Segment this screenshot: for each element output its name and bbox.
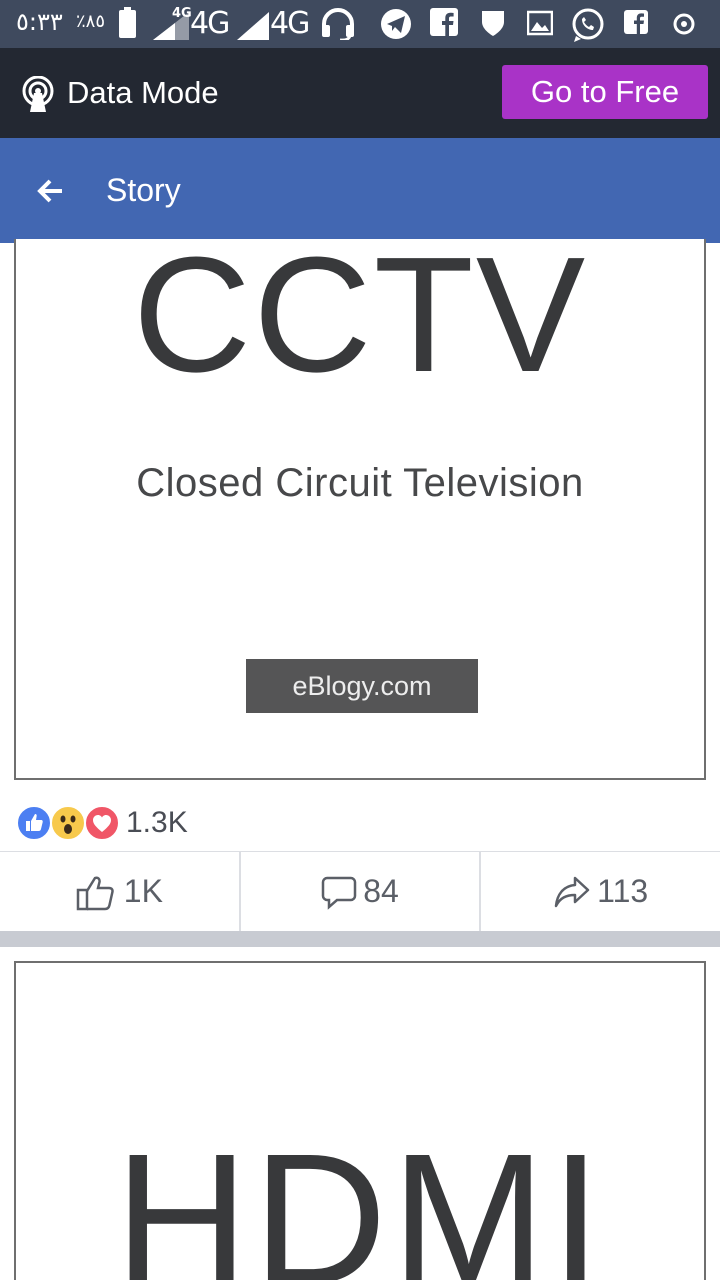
network-type-small: 4G bbox=[172, 6, 192, 21]
post-image[interactable]: CCTV Closed Circuit Television eBlogy.co… bbox=[14, 223, 706, 780]
back-button[interactable] bbox=[26, 166, 76, 216]
go-to-free-button[interactable]: Go to Free bbox=[502, 65, 708, 119]
circle-icon bbox=[673, 13, 695, 35]
back-arrow-icon bbox=[37, 179, 62, 203]
like-count: 1K bbox=[123, 873, 163, 909]
wow-reaction-icon bbox=[50, 805, 86, 841]
facebook-icon bbox=[624, 10, 648, 34]
comment-count: 84 bbox=[363, 873, 399, 909]
whatsapp-icon bbox=[572, 8, 604, 42]
gallery-icon bbox=[527, 10, 553, 36]
share-count: 113 bbox=[597, 873, 649, 909]
page-title: Story bbox=[106, 172, 181, 208]
post-action-bar: 1K 84 113 bbox=[0, 851, 720, 931]
feed: CCTV Closed Circuit Television eBlogy.co… bbox=[0, 223, 720, 1280]
image-title-text: HDMI bbox=[114, 1116, 606, 1280]
data-mode-label: Data Mode bbox=[67, 75, 219, 110]
comment-icon bbox=[321, 876, 357, 910]
battery-percent: ٪٨٥ bbox=[76, 11, 106, 32]
shield-icon bbox=[482, 11, 504, 36]
signal-icon bbox=[237, 12, 269, 40]
thumbs-up-icon bbox=[76, 876, 114, 910]
image-badge: eBlogy.com bbox=[246, 659, 478, 713]
network-type-2: 4G bbox=[270, 6, 310, 41]
share-button[interactable]: 113 bbox=[481, 852, 720, 931]
status-time: ٥:٣٣ bbox=[16, 8, 63, 36]
image-subtitle-text: Closed Circuit Television bbox=[136, 461, 584, 505]
reaction-count: 1.3K bbox=[126, 806, 188, 839]
love-reaction-icon bbox=[84, 805, 120, 841]
broadcast-icon bbox=[22, 76, 54, 112]
image-title-text: CCTV bbox=[132, 223, 588, 406]
like-button[interactable]: 1K bbox=[0, 852, 241, 931]
network-type-1: 4G bbox=[190, 6, 230, 41]
post-divider bbox=[0, 931, 720, 947]
share-icon bbox=[554, 876, 590, 907]
data-mode-bar: Data Mode Go to Free bbox=[0, 48, 720, 138]
facebook-icon bbox=[430, 8, 458, 36]
post-image[interactable]: HDMI bbox=[14, 961, 706, 1280]
battery-icon bbox=[119, 7, 136, 38]
reactions-summary[interactable]: 1.3K bbox=[16, 803, 188, 843]
like-reaction-icon bbox=[16, 805, 52, 841]
status-bar: ٥:٣٣ ٪٨٥ 4G 4G 4G bbox=[0, 0, 720, 48]
comment-button[interactable]: 84 bbox=[241, 852, 482, 931]
telegram-icon bbox=[381, 9, 411, 39]
headset-icon bbox=[322, 8, 354, 40]
